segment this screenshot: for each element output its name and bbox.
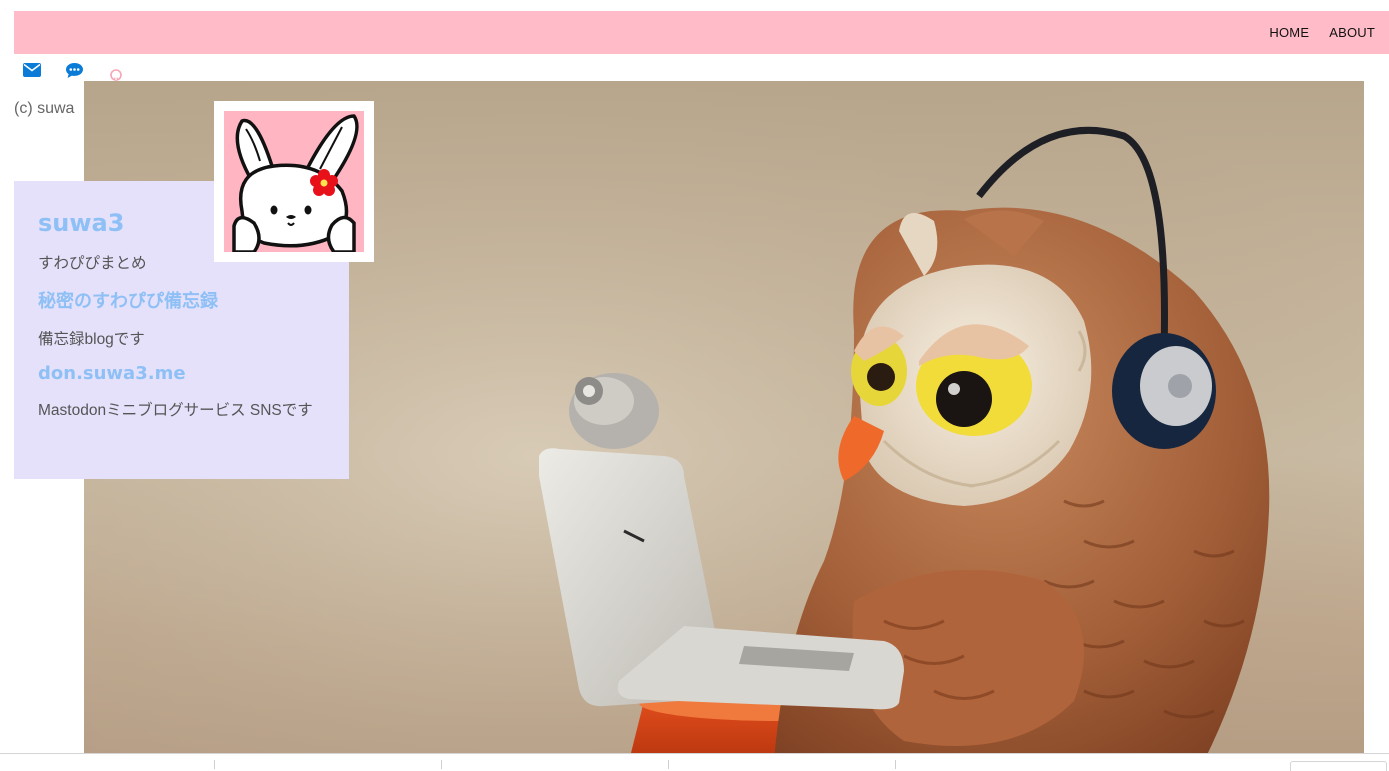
envelope-icon[interactable] <box>22 60 42 80</box>
top-nav: HOME ABOUT <box>1269 11 1375 54</box>
blog-description: 備忘録blogです <box>38 331 145 348</box>
github-icon[interactable] <box>106 60 126 81</box>
bottom-bar <box>0 753 1389 771</box>
bottom-tab[interactable] <box>1290 761 1387 771</box>
nav-home-link[interactable]: HOME <box>1269 25 1309 40</box>
avatar <box>214 101 374 262</box>
chat-bubble-icon[interactable] <box>64 60 84 80</box>
blog-link[interactable]: 秘密のすわぴぴ備忘録 <box>38 287 325 313</box>
mastodon-description: Mastodonミニブログサービス SNSです <box>38 402 313 419</box>
mastodon-link[interactable]: don.suwa3.me <box>38 363 325 384</box>
rabbit-avatar-image <box>224 111 364 252</box>
nav-about-link[interactable]: ABOUT <box>1329 25 1375 40</box>
top-nav-bar: HOME ABOUT <box>14 11 1389 54</box>
social-links <box>22 58 148 82</box>
copyright-text: (c) suwa <box>14 100 75 117</box>
